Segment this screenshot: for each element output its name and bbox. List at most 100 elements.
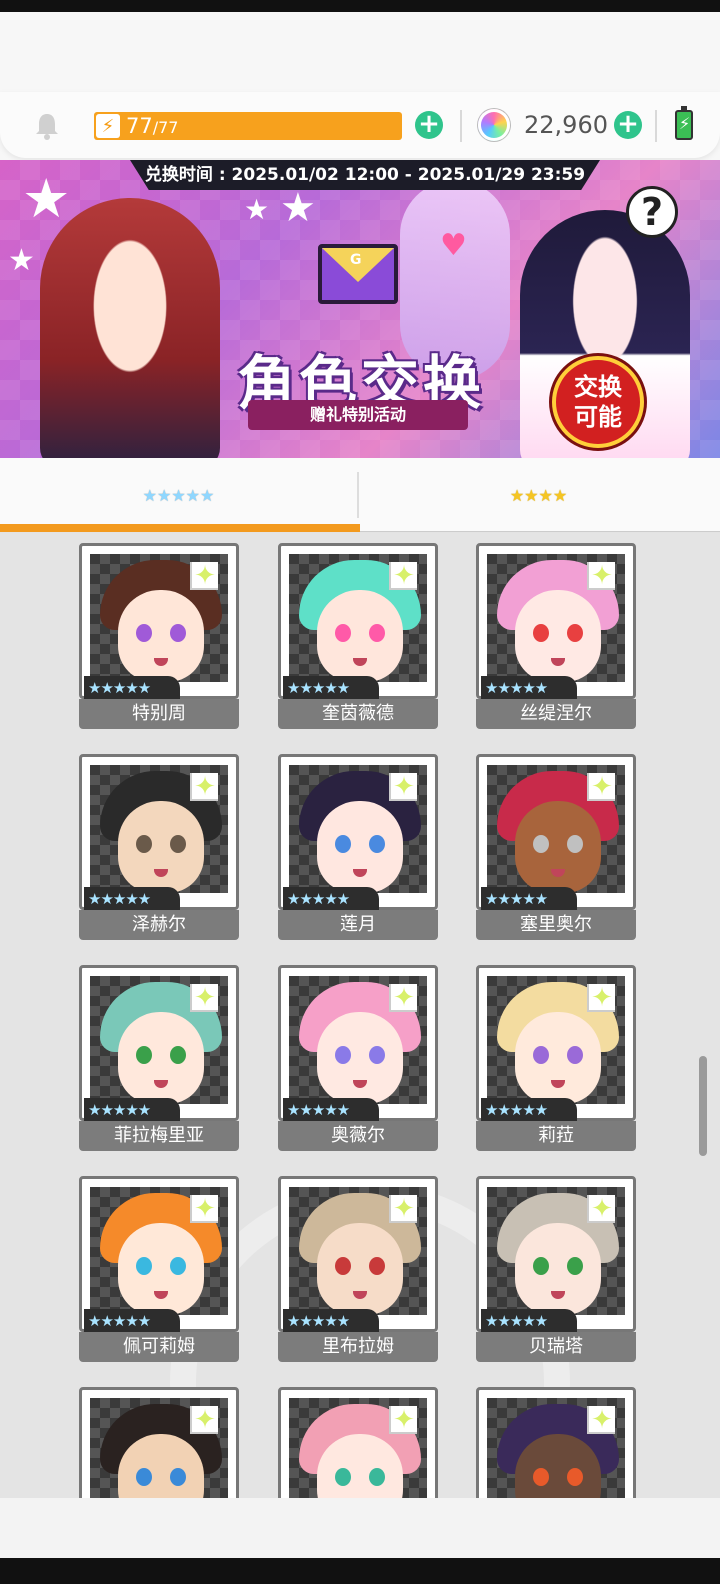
status-bar (0, 0, 720, 12)
character-portrait: ✦ (487, 765, 625, 893)
rarity-stars: ★★★★★ (481, 887, 577, 911)
portrait-eye (170, 1468, 186, 1486)
resource-bar: ⚡ 77/77 + 22,960 + ⚡ (0, 92, 720, 158)
card-frame: ✦ ★★★★★ (79, 1176, 239, 1333)
portrait-eye (170, 835, 186, 853)
character-card[interactable]: ✦ ★★★★★ 特别周 (79, 543, 239, 729)
character-name: 丝缇涅尔 (476, 699, 636, 729)
portrait-face (515, 1012, 601, 1104)
card-frame: ✦ (476, 1387, 636, 1498)
exchange-period: 兑换时间 : 2025.01/02 12:00 - 2025.01/29 23:… (130, 160, 600, 190)
character-portrait: ✦ (487, 976, 625, 1104)
exchange-available-badge: 交换可能 (552, 356, 644, 448)
character-card[interactable]: ✦ ★★★★★ 里布拉姆 (278, 1176, 438, 1362)
banner-subtitle: 赠礼特别活动 (248, 400, 468, 430)
character-name: 佩可莉姆 (79, 1332, 239, 1362)
card-frame: ✦ ★★★★★ (278, 1176, 438, 1333)
sparkle-icon: ✦ (587, 1195, 615, 1223)
portrait-eye (567, 624, 583, 642)
rarity-stars: ★★★★★ (84, 1309, 180, 1333)
rarity-stars: ★★★★★ (283, 887, 379, 911)
character-card[interactable]: ✦ ★★★★★ 奎茵薇德 (278, 543, 438, 729)
card-frame: ✦ ★★★★★ (79, 965, 239, 1122)
event-banner: ★ ★ ★ ★ ♥ 兑换时间 : 2025.01/02 12:00 - 2025… (0, 160, 720, 458)
portrait-eye (533, 1046, 549, 1064)
portrait-eye (136, 1257, 152, 1275)
portrait-eye (335, 1257, 351, 1275)
tab-five-star[interactable]: ★★★★★ (0, 458, 357, 532)
portrait-eye (533, 624, 549, 642)
star-icon: ★ (280, 185, 316, 231)
character-card[interactable]: ✦ ★★★★★ 贝瑞塔 (476, 1176, 636, 1362)
lightning-bolt-icon: ⚡ (96, 114, 120, 138)
character-name: 菲拉梅里亚 (79, 1121, 239, 1151)
sparkle-icon: ✦ (389, 562, 417, 590)
portrait-eye (369, 1468, 385, 1486)
portrait-face (118, 1012, 204, 1104)
add-gems-button[interactable]: + (614, 111, 642, 139)
character-card[interactable]: ✦ ★★★★★ 莉菈 (476, 965, 636, 1151)
character-portrait: ✦ (289, 1398, 427, 1498)
portrait-eye (533, 1257, 549, 1275)
sparkle-icon: ✦ (389, 1195, 417, 1223)
portrait-eye (170, 1046, 186, 1064)
stamina-current: 77 (126, 114, 153, 138)
character-grid: ✦ ★★★★★ 特别周 ✦ ★★★★★ 奎茵薇德 ✦ ★★★★★ 丝缇涅尔 ✦ ★★★★★ 泽赫尔 ✦ ★… (0, 533, 720, 1498)
character-name: 贝瑞塔 (476, 1332, 636, 1362)
character-portrait: ✦ (289, 976, 427, 1104)
battery-icon: ⚡ (675, 106, 693, 140)
stamina-value: 77/77 (126, 114, 178, 138)
help-button[interactable]: ? (626, 186, 678, 238)
sparkle-icon: ✦ (190, 773, 218, 801)
sparkle-icon: ✦ (389, 1406, 417, 1434)
rarity-stars: ★★★★★ (283, 676, 379, 700)
portrait-eye (335, 1046, 351, 1064)
character-card[interactable]: ✦ ★★★★★ 塞里奥尔 (476, 754, 636, 940)
rarity-stars: ★★★★★ (84, 1098, 180, 1122)
portrait-eye (533, 835, 549, 853)
character-name: 泽赫尔 (79, 910, 239, 940)
add-stamina-button[interactable]: + (415, 111, 443, 139)
portrait-eye (533, 1468, 549, 1486)
sparkle-icon: ✦ (587, 984, 615, 1012)
portrait-eye (335, 835, 351, 853)
card-frame: ✦ ★★★★★ (278, 543, 438, 700)
gem-icon (478, 109, 510, 141)
portrait-eye (567, 1046, 583, 1064)
portrait-eye (369, 835, 385, 853)
card-frame: ✦ ★★★★★ (476, 965, 636, 1122)
rarity-stars: ★★★★★ (283, 1309, 379, 1333)
portrait-eye (136, 1468, 152, 1486)
rarity-stars: ★★★★★ (481, 676, 577, 700)
character-portrait: ✦ (487, 554, 625, 682)
sparkle-icon: ✦ (389, 984, 417, 1012)
portrait-eye (567, 835, 583, 853)
card-frame: ✦ ★★★★★ (476, 1176, 636, 1333)
character-name: 奎茵薇德 (278, 699, 438, 729)
character-card[interactable]: ✦ (278, 1387, 438, 1498)
active-tab-indicator (0, 524, 360, 532)
bottom-bar (0, 1498, 720, 1558)
heart-icon: ♥ (440, 228, 467, 263)
bell-icon[interactable] (34, 112, 60, 140)
character-card[interactable]: ✦ ★★★★★ 丝缇涅尔 (476, 543, 636, 729)
portrait-face (317, 801, 403, 893)
character-card[interactable]: ✦ ★★★★★ 佩可莉姆 (79, 1176, 239, 1362)
banner-character-left (40, 198, 220, 458)
tab-five-star-label: ★★★★★ (142, 485, 215, 505)
character-card[interactable]: ✦ ★★★★★ 奥薇尔 (278, 965, 438, 1151)
star-icon: ★ (22, 167, 71, 230)
character-card[interactable]: ✦ ★★★★★ 菲拉梅里亚 (79, 965, 239, 1151)
character-name: 莉菈 (476, 1121, 636, 1151)
scrollbar[interactable] (699, 1056, 707, 1156)
portrait-eye (369, 1257, 385, 1275)
character-card[interactable]: ✦ ★★★★★ 莲月 (278, 754, 438, 940)
character-portrait: ✦ (90, 1398, 228, 1498)
gem-count: 22,960 (524, 111, 608, 139)
tab-four-star[interactable]: ★★★★ (360, 458, 717, 532)
character-portrait: ✦ (289, 765, 427, 893)
character-card[interactable]: ✦ (79, 1387, 239, 1498)
character-card[interactable]: ✦ ★★★★★ 泽赫尔 (79, 754, 239, 940)
character-card[interactable]: ✦ (476, 1387, 636, 1498)
card-frame: ✦ ★★★★★ (278, 754, 438, 911)
